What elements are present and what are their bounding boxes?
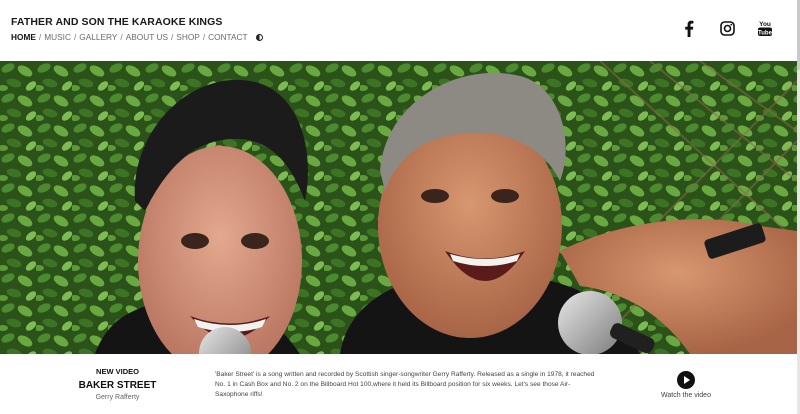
artist-name: Gerry Rafferty [95, 394, 140, 401]
svg-text:You: You [759, 21, 771, 28]
nav-separator: / [73, 32, 77, 42]
featured-video-bar: NEW VIDEO BAKER STREET Gerry Rafferty 'B… [0, 354, 797, 414]
youtube-icon[interactable]: You Tube [754, 18, 776, 38]
site-title[interactable]: FATHER AND SON THE KARAOKE KINGS [11, 16, 222, 28]
nav-home[interactable]: HOME [11, 32, 36, 42]
song-description: 'Baker Street' is a song written and rec… [215, 371, 595, 398]
nav-music[interactable]: MUSIC [44, 32, 71, 42]
nav-separator: / [120, 32, 123, 42]
nav-separator: / [202, 32, 206, 42]
watch-video-button[interactable]: Watch the video [651, 371, 721, 399]
main-nav: HOME / MUSIC / GALLERY / ABOUT US / SHOP… [11, 32, 263, 42]
nav-separator: / [170, 32, 174, 42]
play-circle-icon[interactable] [677, 371, 695, 389]
hero-photo [0, 61, 797, 354]
nav-about-us[interactable]: ABOUT US [126, 32, 168, 42]
nav-contact[interactable]: CONTACT [208, 32, 247, 42]
nav-shop[interactable]: SHOP [176, 32, 200, 42]
facebook-icon[interactable] [681, 18, 697, 38]
song-title: BAKER STREET [78, 380, 157, 391]
site-header: FATHER AND SON THE KARAOKE KINGS HOME / … [0, 0, 800, 61]
nav-separator: / [38, 32, 42, 42]
new-video-label: NEW VIDEO [96, 367, 139, 376]
watch-video-label[interactable]: Watch the video [651, 392, 721, 399]
featured-song-info: NEW VIDEO BAKER STREET Gerry Rafferty [60, 367, 175, 401]
svg-text:Tube: Tube [758, 30, 773, 36]
hero-illustration [0, 61, 797, 354]
instagram-icon[interactable] [717, 18, 737, 38]
contrast-toggle-icon[interactable] [255, 33, 263, 41]
nav-gallery[interactable]: GALLERY [79, 32, 117, 42]
